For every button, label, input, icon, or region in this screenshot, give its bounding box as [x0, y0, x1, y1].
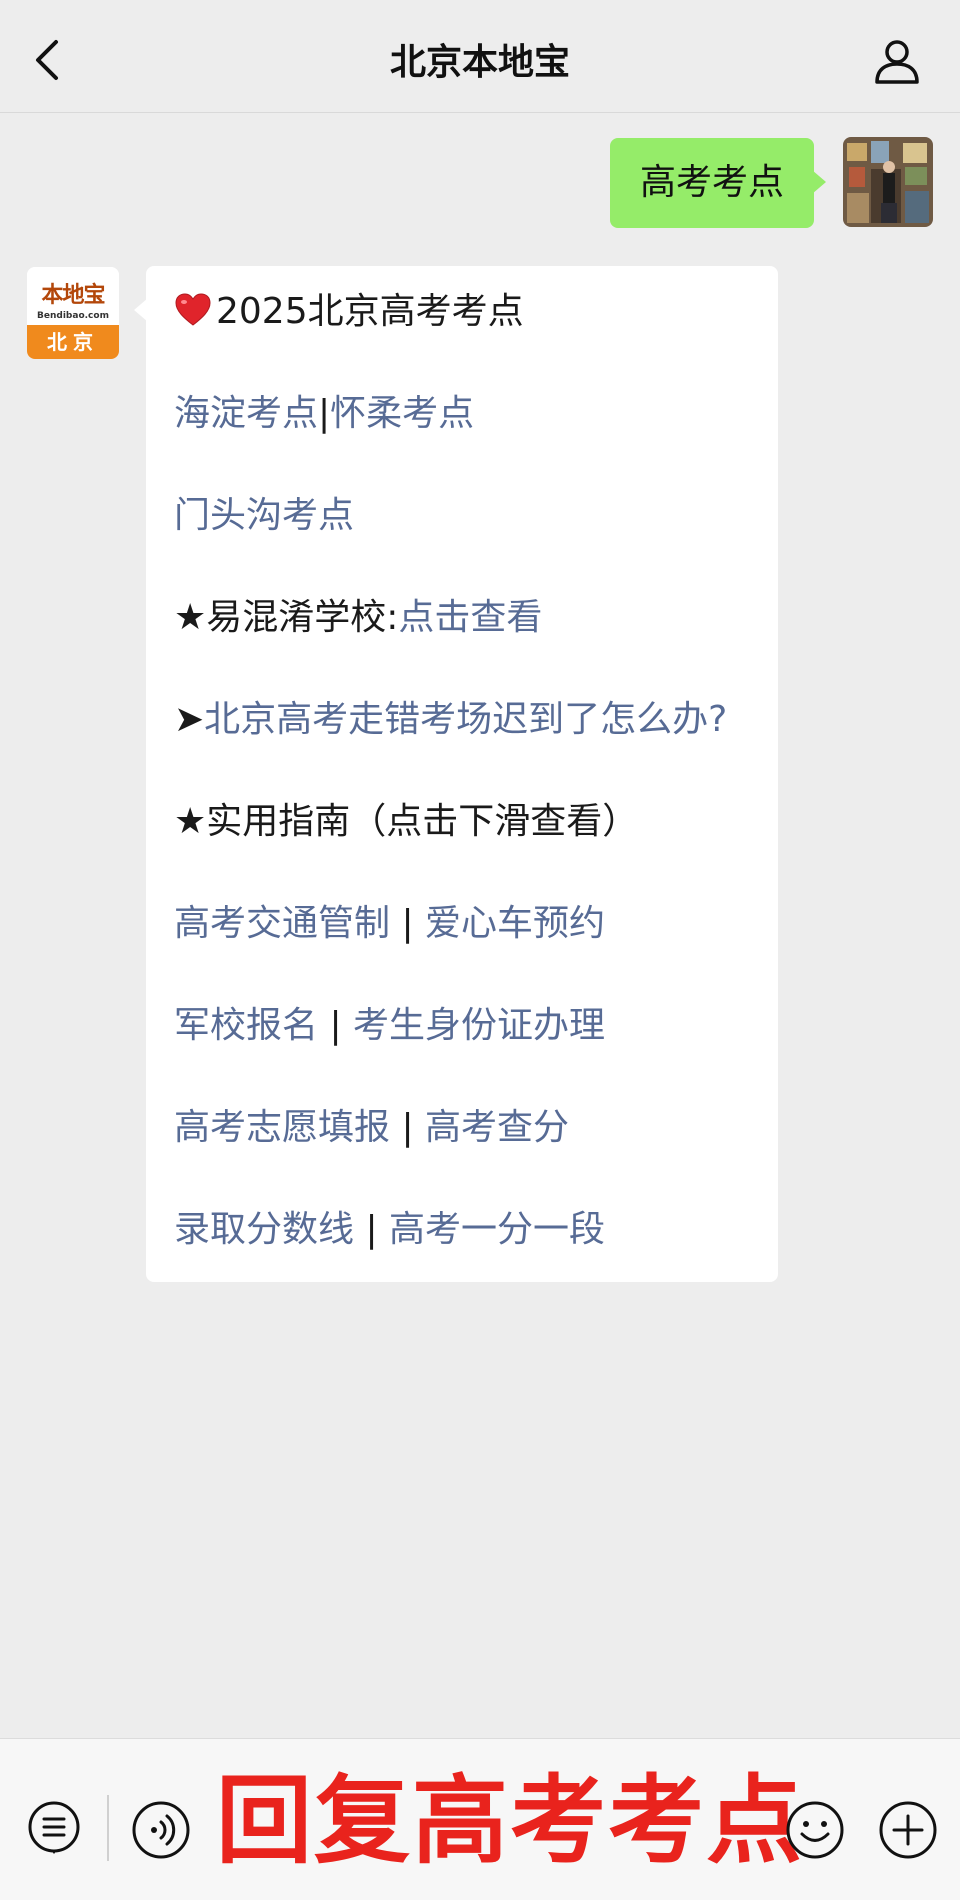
confusing-schools-row: ★易混淆学校:点击查看 [174, 594, 542, 642]
menu-icon[interactable] [26, 1799, 82, 1855]
message-title-line: 2025北京高考考点 [174, 288, 524, 336]
guide-row: 录取分数线 | 高考一分一段 [174, 1206, 605, 1254]
logo-city-text: 北京 [27, 325, 119, 359]
outgoing-message-bubble[interactable]: 高考考点 [610, 138, 814, 228]
bottom-input-bar: 回复高考考点 [0, 1738, 960, 1900]
confusing-schools-link[interactable]: 点击查看 [398, 597, 542, 638]
guide-row: 高考志愿填报 | 高考查分 [174, 1104, 569, 1152]
exam-site-links-row: 海淀考点|怀柔考点 [174, 390, 474, 438]
voice-icon[interactable] [130, 1799, 192, 1861]
score-distribution-link[interactable]: 高考一分一段 [389, 1209, 605, 1250]
late-arrival-link[interactable]: 北京高考走错考场迟到了怎么办? [204, 699, 727, 740]
score-query-link[interactable]: 高考查分 [425, 1107, 569, 1148]
military-school-link[interactable]: 军校报名 [174, 1005, 318, 1046]
logo-sub-text: Bendibao.com [37, 311, 109, 321]
guide-heading: ★实用指南（点击下滑查看） [174, 801, 639, 842]
incoming-message-bubble: 2025北京高考考点 海淀考点|怀柔考点 门头沟考点 ★易混淆学校:点击查看 ➤… [146, 266, 778, 1282]
haidian-link[interactable]: 海淀考点 [174, 393, 318, 434]
confusing-schools-label: ★易混淆学校: [174, 597, 399, 638]
user-avatar-image [843, 137, 933, 227]
guide-row: 军校报名 | 考生身份证办理 [174, 1002, 605, 1050]
header-bar: 北京本地宝 [0, 0, 960, 113]
care-car-link[interactable]: 爱心车预约 [425, 903, 605, 944]
reply-instruction-overlay: 回复高考考点 [216, 1765, 804, 1877]
plus-icon[interactable] [877, 1799, 939, 1861]
separator: | [354, 1209, 390, 1250]
cutoff-score-link[interactable]: 录取分数线 [174, 1209, 354, 1250]
mentougou-link[interactable]: 门头沟考点 [174, 495, 354, 536]
late-arrival-row: ➤北京高考走错考场迟到了怎么办? [174, 696, 727, 744]
arrow-marker: ➤ [174, 699, 205, 740]
official-account-avatar[interactable]: 本地宝 Bendibao.com 北京 [27, 267, 119, 359]
separator: | [318, 393, 331, 434]
person-icon[interactable] [872, 36, 922, 86]
logo-main-text: 本地宝 [41, 282, 105, 308]
id-card-link[interactable]: 考生身份证办理 [353, 1005, 605, 1046]
outgoing-bubble-tail [812, 170, 826, 194]
logo-top: 本地宝 Bendibao.com [27, 267, 119, 325]
emoji-icon[interactable] [784, 1799, 846, 1861]
guide-row: 高考交通管制 | 爱心车预约 [174, 900, 605, 948]
page-title: 北京本地宝 [389, 42, 570, 83]
user-avatar[interactable] [843, 137, 933, 227]
heart-icon [175, 293, 211, 326]
mentougou-row: 门头沟考点 [174, 492, 354, 540]
separator: | [390, 1107, 426, 1148]
separator: | [390, 903, 426, 944]
message-title: 2025北京高考考点 [216, 291, 524, 332]
traffic-control-link[interactable]: 高考交通管制 [174, 903, 390, 944]
application-link[interactable]: 高考志愿填报 [174, 1107, 390, 1148]
divider [107, 1795, 109, 1861]
separator: | [318, 1005, 354, 1046]
huairou-link[interactable]: 怀柔考点 [330, 393, 474, 434]
